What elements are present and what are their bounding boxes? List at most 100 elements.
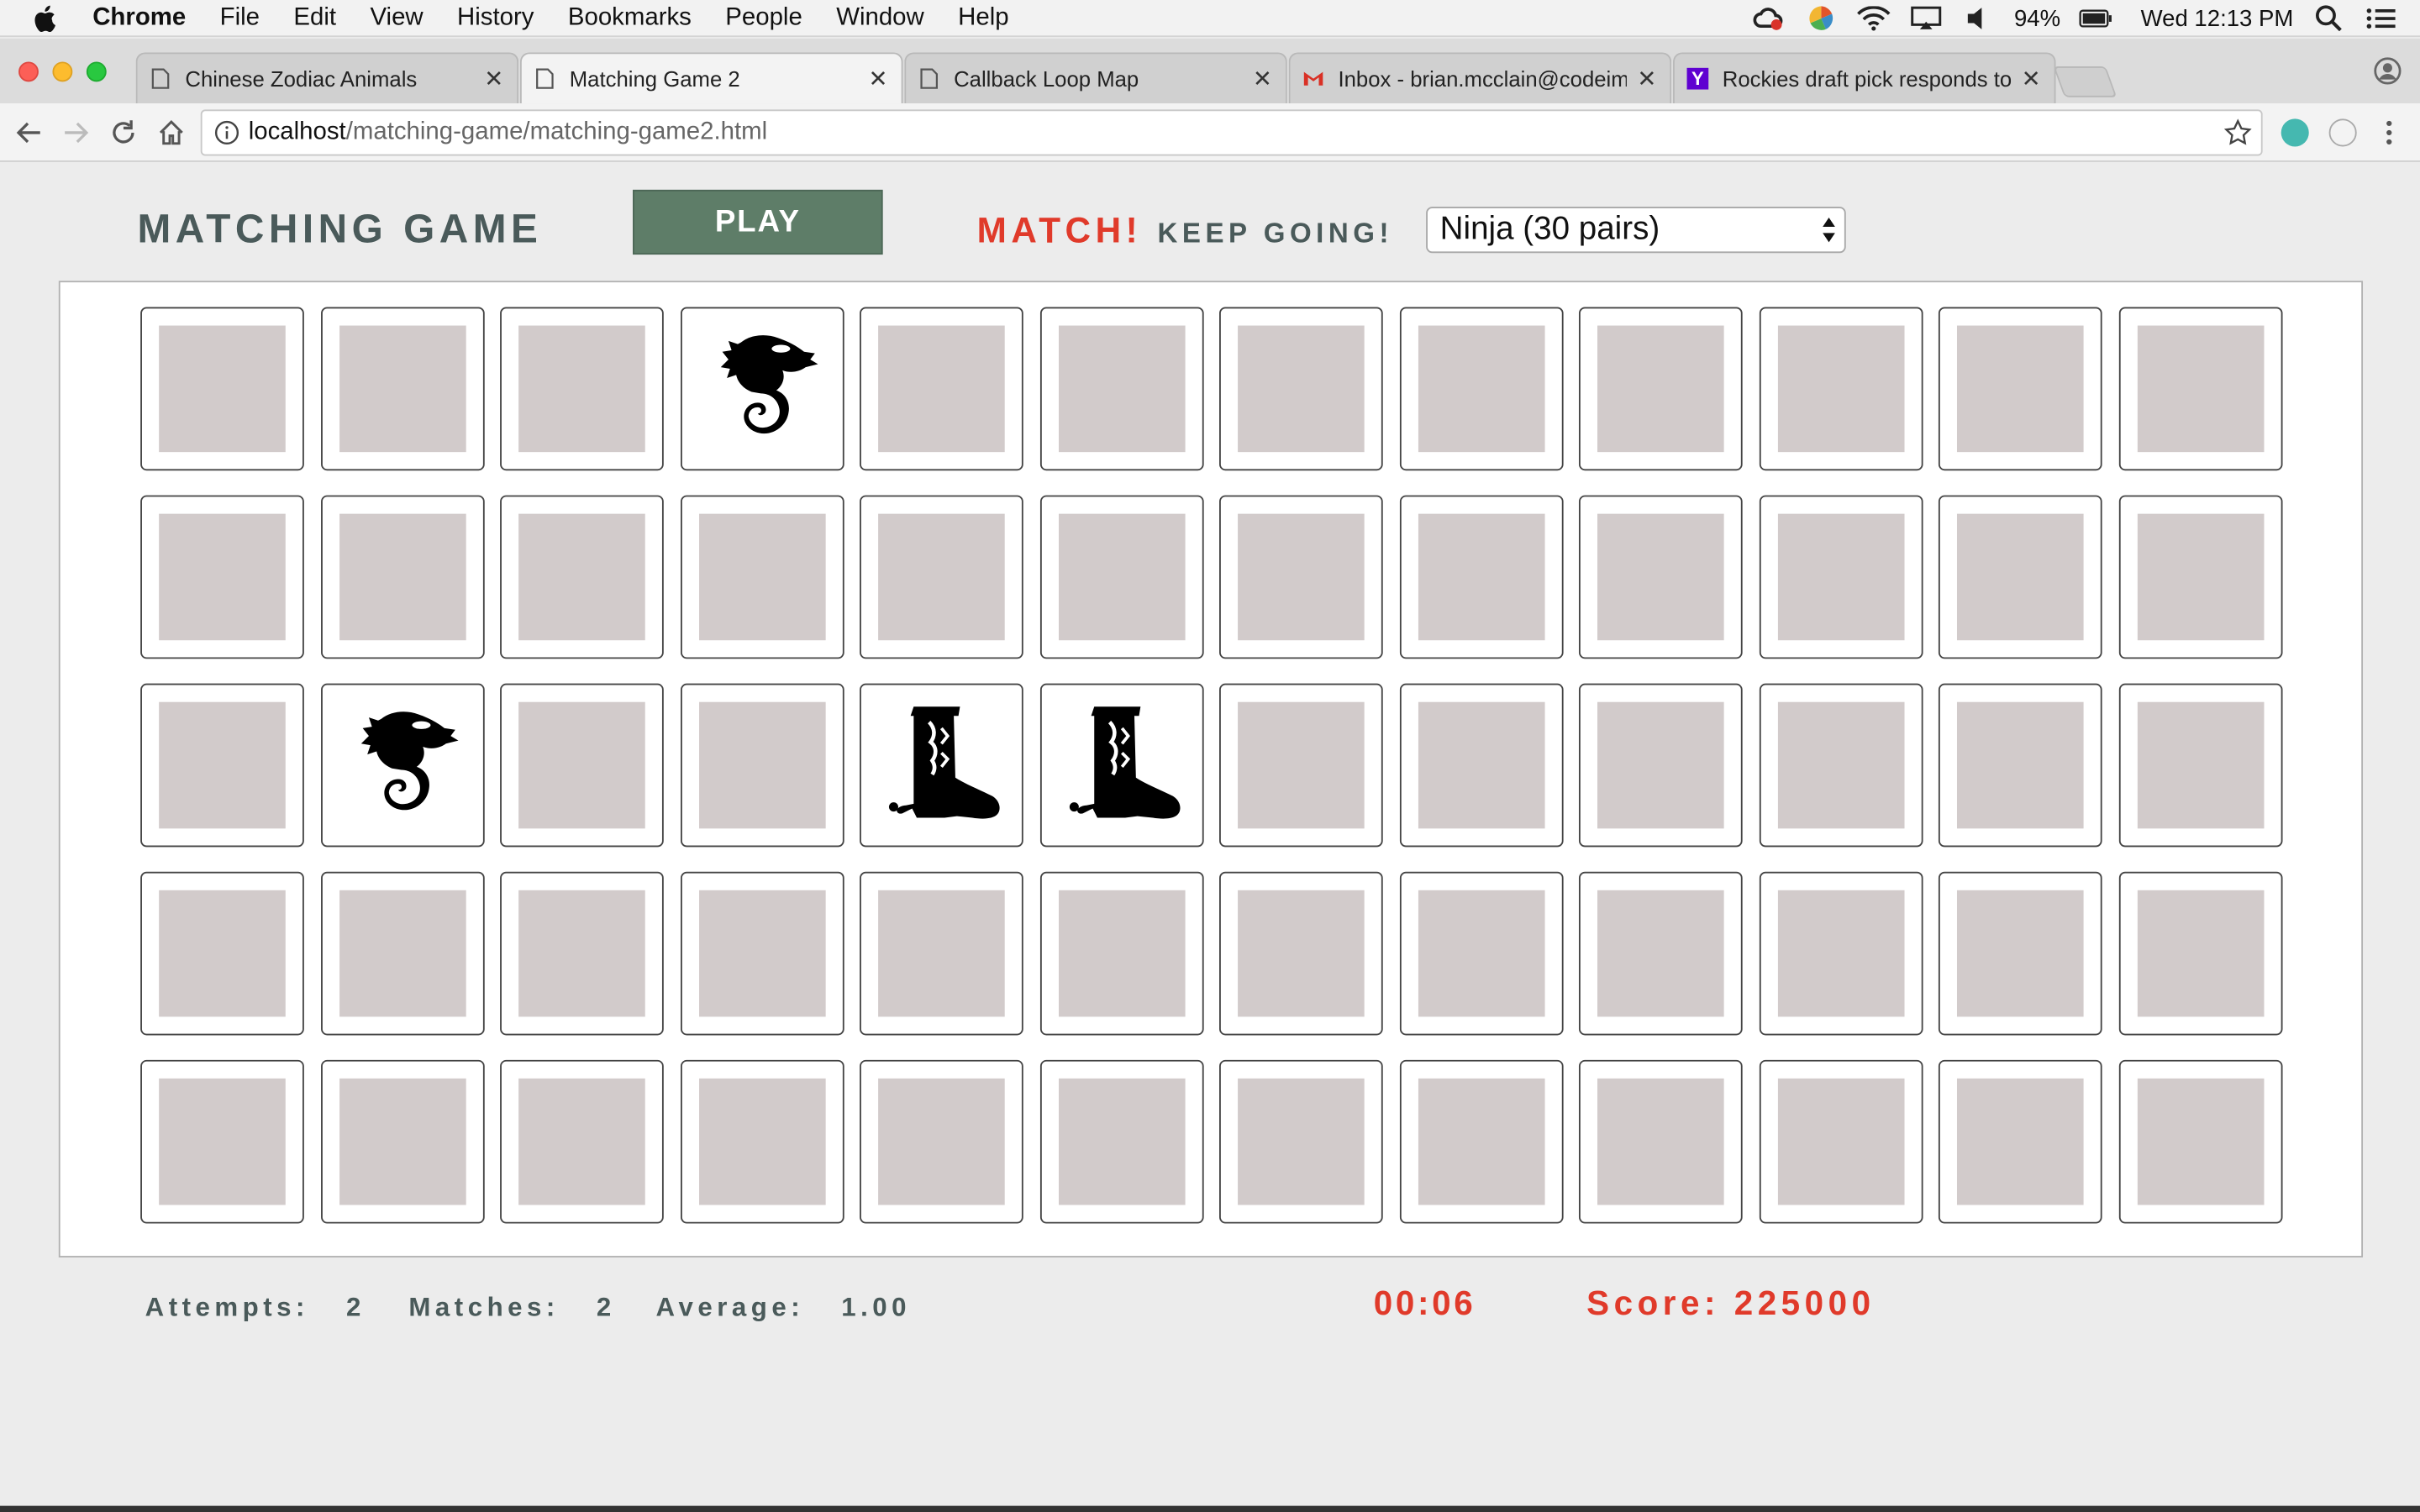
- card-face-down[interactable]: [320, 871, 484, 1036]
- bookmark-star-icon[interactable]: [2223, 118, 2252, 146]
- menu-edit[interactable]: Edit: [293, 4, 336, 32]
- card-face-down[interactable]: [860, 307, 1023, 471]
- card-face-down[interactable]: [1039, 871, 1203, 1036]
- spotlight-search-icon[interactable]: [2312, 5, 2345, 32]
- card-face-down[interactable]: [500, 683, 664, 848]
- menu-history[interactable]: History: [457, 4, 534, 32]
- minimize-window-button[interactable]: [52, 61, 73, 82]
- card-face-down[interactable]: [320, 307, 484, 471]
- close-tab-icon[interactable]: ✕: [2020, 65, 2042, 92]
- extension-gray-icon[interactable]: [2328, 118, 2357, 147]
- close-tab-icon[interactable]: ✕: [483, 65, 505, 92]
- card-face-down[interactable]: [2118, 495, 2282, 659]
- card-face-down[interactable]: [1398, 871, 1563, 1036]
- card-face-down[interactable]: [1938, 307, 2102, 471]
- card-face-down[interactable]: [1938, 495, 2102, 659]
- card-face-down[interactable]: [1039, 495, 1203, 659]
- card-face-down[interactable]: [1039, 307, 1203, 471]
- apple-icon[interactable]: [34, 4, 65, 32]
- creative-cloud-icon[interactable]: [1752, 6, 1786, 30]
- card-face-down[interactable]: [140, 1059, 304, 1224]
- difficulty-select[interactable]: Ninja (30 pairs): [1426, 207, 1846, 254]
- chrome-menu-icon[interactable]: [2374, 118, 2405, 149]
- card-face-down[interactable]: [1938, 1059, 2102, 1224]
- card-face-down[interactable]: [860, 871, 1023, 1036]
- card-face-down[interactable]: [1758, 871, 1923, 1036]
- card-face-down[interactable]: [680, 871, 844, 1036]
- card-face-down[interactable]: [1578, 1059, 1743, 1224]
- card-face-down[interactable]: [500, 495, 664, 659]
- card-face-down[interactable]: [680, 1059, 844, 1224]
- menu-view[interactable]: View: [370, 4, 423, 32]
- card-face-down[interactable]: [680, 683, 844, 848]
- card-face-down[interactable]: [320, 495, 484, 659]
- card-face-down[interactable]: [1578, 495, 1743, 659]
- card-face-down[interactable]: [1039, 1059, 1203, 1224]
- close-tab-icon[interactable]: ✕: [1636, 65, 1658, 92]
- tab-matching-game[interactable]: Matching Game 2 ✕: [519, 52, 903, 104]
- card-face-down[interactable]: [1938, 683, 2102, 848]
- wifi-icon[interactable]: [1857, 6, 1891, 31]
- card-face-down[interactable]: [1758, 1059, 1923, 1224]
- address-bar[interactable]: localhost/matching-game/matching-game2.h…: [200, 109, 2263, 156]
- card-face-down[interactable]: [1219, 495, 1383, 659]
- card-face-down[interactable]: [1219, 683, 1383, 848]
- card-face-down[interactable]: [1398, 307, 1563, 471]
- card-face-down[interactable]: [1758, 683, 1923, 848]
- card-face-down[interactable]: [1219, 871, 1383, 1036]
- card-face-down[interactable]: [1578, 871, 1743, 1036]
- tab-yahoo-news[interactable]: Y Rockies draft pick responds to ✕: [1673, 52, 2056, 104]
- card-face-down[interactable]: [500, 871, 664, 1036]
- close-window-button[interactable]: [18, 61, 39, 82]
- zoom-window-button[interactable]: [86, 61, 107, 82]
- forward-icon[interactable]: [60, 118, 92, 149]
- close-tab-icon[interactable]: ✕: [867, 65, 889, 92]
- tab-gmail-inbox[interactable]: Inbox - brian.mcclain@codeim ✕: [1288, 52, 1672, 104]
- card-face-down[interactable]: [1578, 307, 1743, 471]
- menu-help[interactable]: Help: [958, 4, 1008, 32]
- play-button[interactable]: PLAY: [633, 189, 883, 255]
- card-face-down[interactable]: [680, 495, 844, 659]
- menu-window[interactable]: Window: [836, 4, 924, 32]
- card-face-up[interactable]: [1039, 683, 1203, 848]
- tab-chinese-zodiac[interactable]: Chinese Zodiac Animals ✕: [135, 52, 519, 104]
- close-tab-icon[interactable]: ✕: [1252, 65, 1274, 92]
- card-face-down[interactable]: [1219, 307, 1383, 471]
- battery-icon[interactable]: [2079, 6, 2112, 30]
- card-face-down[interactable]: [2118, 683, 2282, 848]
- volume-icon[interactable]: [1962, 6, 1996, 30]
- card-face-down[interactable]: [2118, 871, 2282, 1036]
- card-face-down[interactable]: [500, 1059, 664, 1224]
- site-info-icon[interactable]: [214, 120, 239, 145]
- menu-bookmarks[interactable]: Bookmarks: [568, 4, 692, 32]
- home-icon[interactable]: [156, 118, 187, 149]
- card-face-down[interactable]: [140, 683, 304, 848]
- extension-teal-icon[interactable]: [2281, 118, 2309, 147]
- card-face-down[interactable]: [860, 1059, 1023, 1224]
- tab-callback-loop-map[interactable]: Callback Loop Map ✕: [904, 52, 1287, 104]
- card-face-up[interactable]: [320, 683, 484, 848]
- card-face-down[interactable]: [1398, 495, 1563, 659]
- card-face-down[interactable]: [1758, 307, 1923, 471]
- card-face-up[interactable]: [680, 307, 844, 471]
- notification-center-icon[interactable]: [2365, 6, 2398, 30]
- card-face-down[interactable]: [2118, 1059, 2282, 1224]
- menubar-clock[interactable]: Wed 12:13 PM: [2141, 5, 2294, 31]
- pinwheel-icon[interactable]: [1804, 6, 1838, 30]
- card-face-down[interactable]: [1398, 1059, 1563, 1224]
- menu-app-name[interactable]: Chrome: [92, 4, 186, 32]
- reload-icon[interactable]: [108, 118, 139, 149]
- profile-icon[interactable]: [2374, 57, 2402, 85]
- menu-file[interactable]: File: [220, 4, 260, 32]
- card-face-down[interactable]: [500, 307, 664, 471]
- card-face-down[interactable]: [1578, 683, 1743, 848]
- card-face-down[interactable]: [2118, 307, 2282, 471]
- new-tab-button[interactable]: [2053, 66, 2118, 97]
- airplay-icon[interactable]: [1909, 6, 1943, 30]
- card-face-down[interactable]: [860, 495, 1023, 659]
- card-face-down[interactable]: [140, 871, 304, 1036]
- card-face-down[interactable]: [1219, 1059, 1383, 1224]
- card-face-down[interactable]: [140, 495, 304, 659]
- menu-people[interactable]: People: [725, 4, 802, 32]
- card-face-down[interactable]: [1938, 871, 2102, 1036]
